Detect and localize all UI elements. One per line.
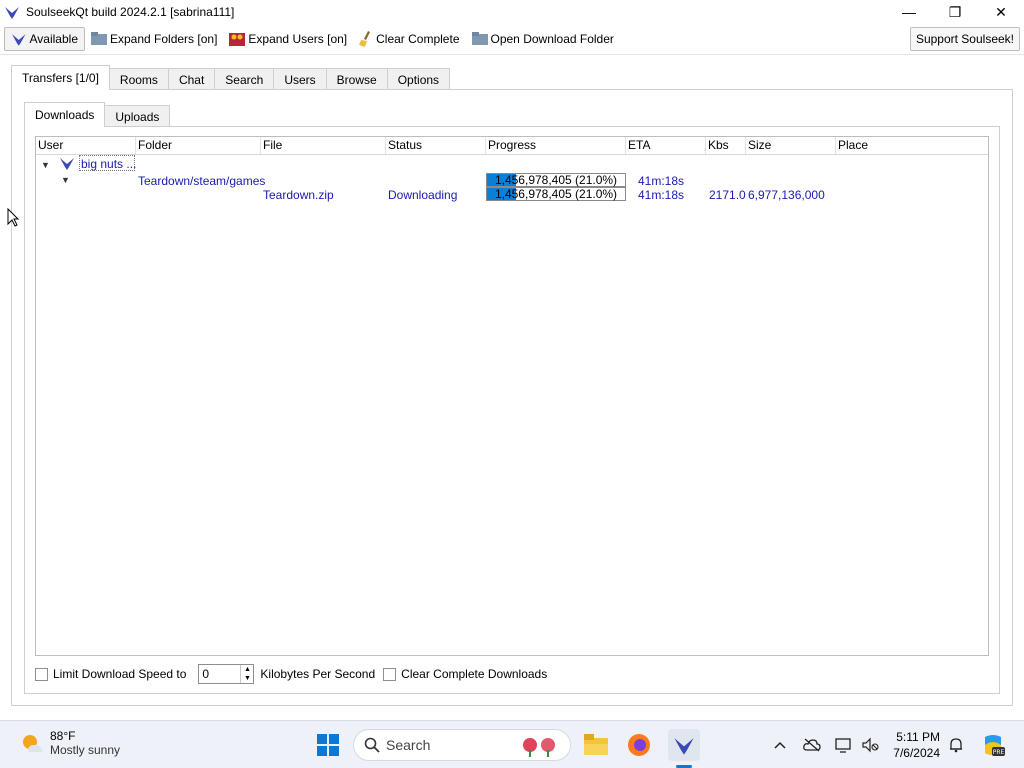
expand-user-arrow-icon[interactable]: ▼ [41, 158, 50, 172]
limit-speed-checkbox[interactable] [35, 667, 48, 681]
folder-name[interactable]: Teardown/steam/games [138, 174, 265, 188]
limit-speed-label: Limit Download Speed to [53, 667, 187, 681]
tab-transfers[interactable]: Transfers [1/0] [11, 65, 110, 90]
minimize-button[interactable]: — [886, 0, 932, 24]
available-status-button[interactable]: Available [4, 27, 85, 51]
main-tab-bar: Transfers [1/0] Rooms Chat Search Users … [11, 65, 451, 90]
speed-limit-spinbox[interactable]: 0 ▲ ▼ [198, 664, 255, 684]
maximize-button[interactable]: ❐ [932, 0, 978, 24]
table-header: User Folder File Status Progress ETA Kbs… [36, 137, 988, 155]
expand-users-label: Expand Users [on] [248, 32, 348, 46]
column-header-file[interactable]: File [261, 137, 386, 154]
download-options-row: Limit Download Speed to 0 ▲ ▼ Kilobytes P… [35, 663, 547, 685]
column-header-status[interactable]: Status [386, 137, 486, 154]
weather-widget[interactable]: 88°F Mostly sunny [20, 729, 120, 757]
network-icon[interactable] [834, 735, 854, 755]
column-header-progress[interactable]: Progress [486, 137, 626, 154]
tab-browse[interactable]: Browse [325, 68, 388, 90]
column-header-place[interactable]: Place [836, 137, 988, 154]
window-title: SoulseekQt build 2024.2.1 [sabrina111] [26, 5, 235, 19]
toolbar-divider [0, 54, 1024, 55]
file-kbs: 2171.0 [709, 188, 746, 202]
tab-search[interactable]: Search [214, 68, 275, 90]
soulseek-taskbar-icon[interactable] [668, 729, 700, 761]
file-status: Downloading [388, 188, 458, 202]
file-eta: 41m:18s [638, 188, 685, 202]
file-name[interactable]: Teardown.zip [263, 188, 334, 202]
expand-folders-button[interactable]: Expand Folders [on] [85, 27, 223, 51]
column-header-user[interactable]: User [36, 137, 136, 154]
title-bar: SoulseekQt build 2024.2.1 [sabrina111] —… [0, 0, 1024, 24]
soulseek-bird-icon [11, 34, 26, 46]
firefox-icon[interactable] [623, 729, 655, 761]
expand-folders-label: Expand Folders [on] [110, 32, 218, 46]
clock-date: 7/6/2024 [893, 746, 940, 760]
open-download-folder-label: Open Download Folder [490, 32, 614, 46]
broom-icon [359, 31, 371, 47]
notification-bell-icon[interactable] [946, 735, 966, 755]
windows-start-icon[interactable] [312, 729, 344, 761]
chevron-up-icon[interactable] [770, 735, 790, 755]
downloads-table[interactable]: User Folder File Status Progress ETA Kbs… [35, 136, 989, 656]
file-size: 6,977,136,000 [748, 188, 825, 202]
clear-complete-downloads-checkbox[interactable] [383, 667, 397, 681]
support-soulseek-button[interactable]: Support Soulseek! [909, 27, 1020, 51]
speed-limit-value: 0 [202, 667, 210, 681]
folder-icon [91, 32, 107, 45]
taskbar: 88°F Mostly sunny Search 5:11 PM 7/6/202… [0, 720, 1024, 768]
folder-progress-text: 1,456,978,405 (21.0%) [494, 173, 618, 187]
file-progress-bar: 1,456,978,405 (21.0%) [486, 187, 626, 201]
clear-complete-label: Clear Complete [376, 32, 460, 46]
search-icon [364, 737, 380, 753]
tab-options[interactable]: Options [386, 68, 451, 90]
tab-uploads[interactable]: Uploads [104, 105, 171, 127]
tab-rooms[interactable]: Rooms [108, 68, 169, 90]
mouse-cursor-icon [7, 208, 19, 227]
available-label: Available [29, 32, 78, 46]
copilot-icon[interactable]: PRE [980, 732, 1006, 758]
folder-eta: 41m:18s [638, 174, 685, 188]
toolbar: Available Expand Folders [on] Expand Use… [0, 25, 1024, 53]
soulseek-bird-icon [5, 7, 19, 19]
users-icon [229, 33, 246, 46]
volume-muted-icon[interactable] [860, 735, 880, 755]
spin-arrows-icon[interactable]: ▲ ▼ [240, 665, 253, 683]
soulseek-bird-icon [60, 158, 74, 170]
column-header-eta[interactable]: ETA [626, 137, 706, 154]
expand-folder-arrow-icon[interactable]: ▼ [61, 173, 70, 187]
open-download-folder-button[interactable]: Open Download Folder [466, 27, 620, 51]
clear-complete-downloads-label: Clear Complete Downloads [401, 667, 548, 681]
file-explorer-icon[interactable] [580, 729, 612, 761]
folder-icon [471, 32, 488, 45]
tab-users[interactable]: Users [273, 68, 327, 90]
tab-chat[interactable]: Chat [167, 68, 216, 90]
clock-time: 5:11 PM [896, 730, 940, 744]
speed-unit-label: Kilobytes Per Second [260, 667, 376, 681]
taskbar-search-box[interactable]: Search [353, 729, 571, 761]
weather-condition: Mostly sunny [50, 743, 121, 757]
column-header-size[interactable]: Size [746, 137, 836, 154]
roses-icon [523, 738, 555, 757]
file-progress-text: 1,456,978,405 (21.0%) [494, 187, 618, 201]
column-header-folder[interactable]: Folder [136, 137, 261, 154]
onedrive-cloud-icon[interactable] [802, 735, 822, 755]
taskbar-search-label: Search [386, 737, 431, 753]
tab-downloads[interactable]: Downloads [24, 102, 106, 127]
user-name[interactable]: big nuts ... [81, 157, 136, 171]
expand-users-button[interactable]: Expand Users [on] [223, 27, 353, 51]
clear-complete-button[interactable]: Clear Complete [353, 27, 465, 51]
folder-progress-bar: 1,456,978,405 (21.0%) [486, 173, 626, 187]
transfer-sub-tab-bar: Downloads Uploads [24, 102, 171, 127]
taskbar-clock[interactable]: 5:11 PM 7/6/2024 [893, 729, 940, 761]
weather-temperature: 88°F [50, 729, 76, 743]
close-button[interactable]: ✕ [978, 0, 1024, 24]
column-header-kbs[interactable]: Kbs [706, 137, 746, 154]
sun-cloud-icon [23, 735, 43, 752]
svg-text:PRE: PRE [993, 749, 1005, 756]
